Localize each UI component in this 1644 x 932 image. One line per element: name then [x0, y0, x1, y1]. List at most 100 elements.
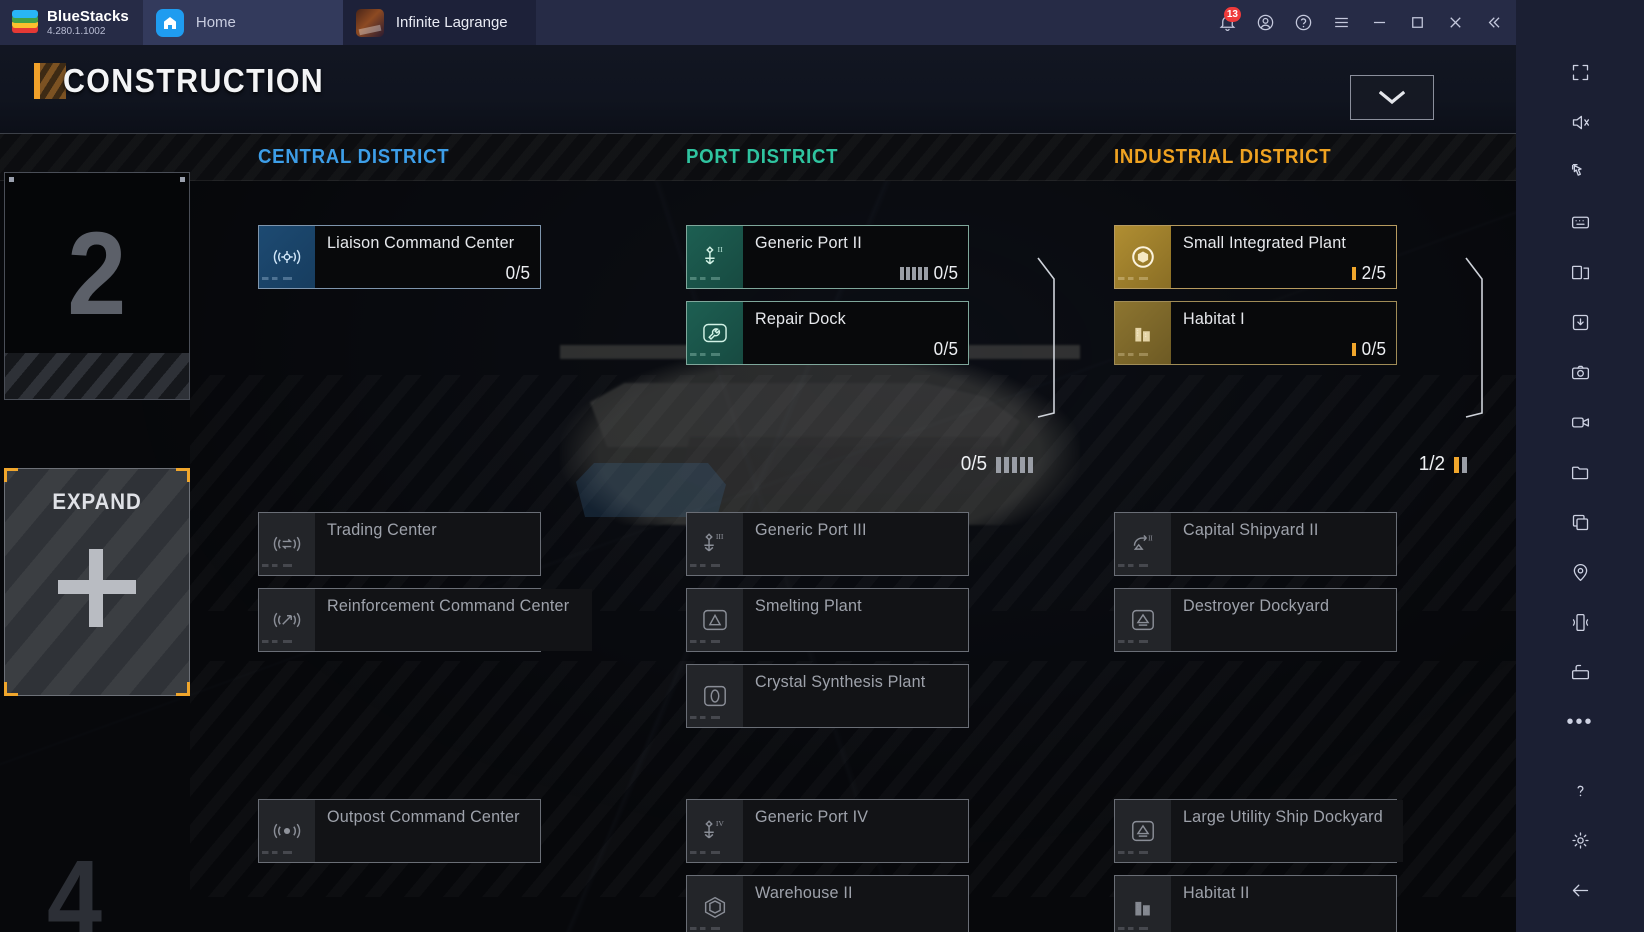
fullscreen-icon[interactable] [1554, 52, 1606, 92]
notification-badge: 13 [1223, 7, 1241, 22]
building-card[interactable]: Liaison Command Center 0/5 [258, 225, 541, 289]
building-name: Liaison Command Center [327, 233, 515, 252]
command-center-icon [259, 226, 315, 288]
plus-icon [58, 549, 136, 627]
account-icon[interactable] [1246, 0, 1284, 45]
media-folder-icon[interactable] [1554, 452, 1606, 492]
close-icon[interactable] [1436, 0, 1474, 45]
location-icon[interactable] [1554, 552, 1606, 592]
utility-dockyard-icon [1115, 800, 1171, 862]
habitat-icon [1115, 302, 1171, 364]
building-card[interactable]: Large Utility Ship Dockyard [1114, 799, 1404, 863]
anchor-ii-icon: II [687, 226, 743, 288]
trading-center-icon [259, 513, 315, 575]
card-body: Generic Port IV [743, 800, 968, 862]
help-icon[interactable] [1284, 0, 1322, 45]
mute-icon[interactable] [1554, 102, 1606, 142]
building-name: Repair Dock [755, 309, 846, 328]
building-pips [1352, 267, 1357, 280]
home-icon [155, 8, 184, 37]
rotate-icon[interactable] [1554, 652, 1606, 692]
minimize-icon[interactable] [1360, 0, 1398, 45]
svg-text:II: II [1148, 536, 1153, 543]
district-column-industrial-row3: Large Utility Ship Dockyard Habitat II [1114, 799, 1404, 932]
building-card[interactable]: Trading Center [258, 512, 541, 576]
screenshot-icon[interactable] [1554, 352, 1606, 392]
building-count: 0/5 [500, 263, 531, 284]
building-name: Trading Center [327, 520, 437, 539]
capital-shipyard-icon: II [1115, 513, 1171, 575]
keyboard-controls-icon[interactable] [1554, 202, 1606, 242]
smelting-icon [687, 589, 743, 651]
building-card[interactable]: III Generic Port III [686, 512, 969, 576]
menu-icon[interactable] [1322, 0, 1360, 45]
building-card[interactable]: Reinforcement Command Center [258, 588, 593, 652]
building-name: Large Utility Ship Dockyard [1183, 807, 1383, 826]
building-card[interactable]: IV Generic Port IV [686, 799, 969, 863]
building-card[interactable]: II Generic Port II 0/5 [686, 225, 969, 289]
building-card[interactable]: Habitat II [1114, 875, 1397, 932]
back-icon[interactable] [1554, 870, 1606, 910]
card-body: Generic Port III [743, 513, 968, 575]
install-apk-icon[interactable] [1554, 302, 1606, 342]
chevron-down-icon [1379, 90, 1405, 105]
collapse-sidebar-icon[interactable] [1474, 0, 1512, 45]
collapse-panel-button[interactable] [1350, 75, 1434, 120]
copy-icon[interactable] [1554, 502, 1606, 542]
building-card[interactable]: Smelting Plant [686, 588, 969, 652]
tab-home[interactable]: Home [142, 0, 343, 45]
record-icon[interactable] [1554, 402, 1606, 442]
tilt-icon[interactable] [1554, 602, 1606, 642]
maximize-icon[interactable] [1398, 0, 1436, 45]
building-card[interactable]: Destroyer Dockyard [1114, 588, 1397, 652]
tab-infinite-lagrange[interactable]: Infinite Lagrange [342, 0, 536, 45]
wrench-icon [687, 302, 743, 364]
integrated-plant-icon [1115, 226, 1171, 288]
group-total-industrial: 1/2 [1418, 453, 1467, 476]
card-body: Habitat I 0/5 [1171, 302, 1396, 364]
level-panel-hatch [5, 353, 189, 399]
building-card[interactable]: Habitat I 0/5 [1114, 301, 1397, 365]
svg-text:III: III [716, 532, 724, 541]
destroyer-dockyard-icon [1115, 589, 1171, 651]
building-card[interactable]: II Capital Shipyard II [1114, 512, 1397, 576]
district-header-central: CENTRAL DISTRICT [258, 146, 450, 168]
expand-label: EXPAND [52, 489, 142, 514]
left-rail: 2 EXPAND [4, 172, 190, 696]
building-name: Capital Shipyard II [1183, 520, 1319, 539]
district-header-industrial: INDUSTRIAL DISTRICT [1114, 146, 1332, 168]
svg-text:II: II [718, 245, 724, 254]
group-total-port: 0/5 [960, 453, 1033, 476]
bluestacks-logo-icon [12, 9, 38, 36]
bluestacks-brand: BlueStacks 4.280.1.1002 [0, 0, 143, 45]
svg-text:IV: IV [716, 819, 725, 828]
building-card[interactable]: Outpost Command Center [258, 799, 541, 863]
building-card[interactable]: Warehouse II [686, 875, 969, 932]
multi-instance-icon[interactable] [1554, 252, 1606, 292]
card-body: Warehouse II [743, 876, 968, 932]
titlebar-spacer [536, 0, 1208, 45]
building-name: Small Integrated Plant [1183, 233, 1347, 252]
level-number: 2 [67, 208, 127, 340]
building-count: 0/5 [900, 263, 959, 284]
sidebar-help-icon[interactable] [1554, 770, 1606, 810]
settings-gear-icon[interactable] [1554, 820, 1606, 860]
page-title: CONSTRUCTION [63, 62, 325, 99]
building-name: Generic Port IV [755, 807, 869, 826]
card-body: Small Integrated Plant 2/5 [1171, 226, 1396, 288]
building-count: 2/5 [1352, 263, 1387, 284]
outpost-icon [259, 800, 315, 862]
building-card[interactable]: Small Integrated Plant 2/5 [1114, 225, 1397, 289]
card-body: Destroyer Dockyard [1171, 589, 1396, 651]
expand-button[interactable]: EXPAND [4, 468, 190, 696]
district-column-central-row2: Trading Center Reinforcement Command Cent… [258, 512, 593, 664]
more-options-icon[interactable]: ••• [1554, 702, 1606, 742]
card-body: Habitat II [1171, 876, 1396, 932]
notification-bell-icon[interactable]: 13 [1208, 0, 1246, 45]
district-column-industrial-row2: II Capital Shipyard II Destroyer Dockyard [1114, 512, 1397, 664]
district-column-industrial-row1: Small Integrated Plant 2/5 Habitat I 0/5 [1114, 225, 1397, 377]
level-panel[interactable]: 2 [4, 172, 190, 400]
building-card[interactable]: Crystal Synthesis Plant [686, 664, 969, 728]
building-card[interactable]: Repair Dock 0/5 [686, 301, 969, 365]
pointer-icon[interactable] [1554, 152, 1606, 192]
